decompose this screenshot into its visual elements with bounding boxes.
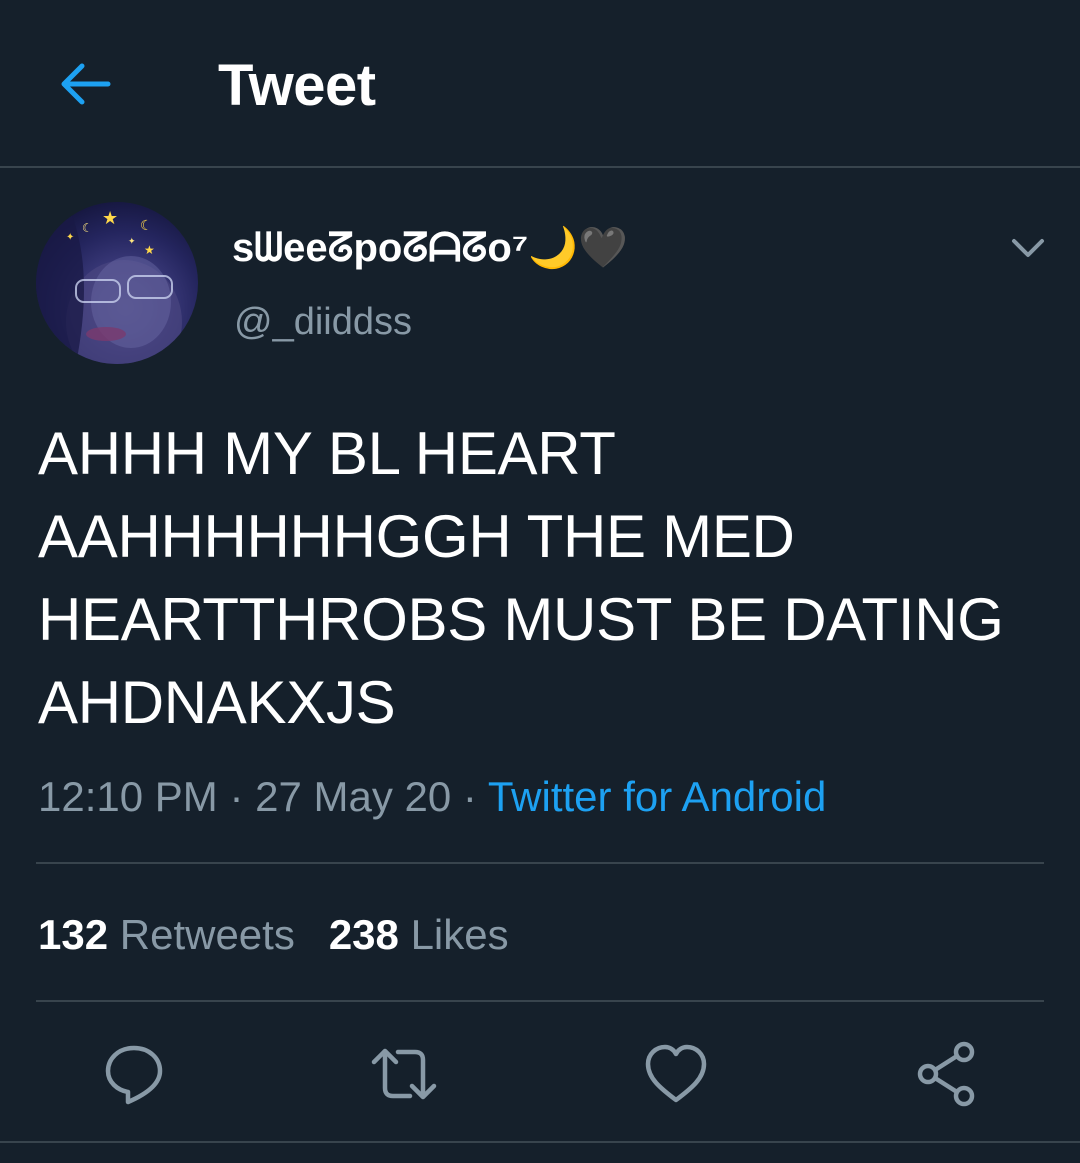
like-button[interactable] (640, 1038, 712, 1110)
likes-label: Likes (410, 911, 509, 958)
reply-icon (105, 1045, 163, 1105)
retweets-count: 132 (38, 911, 109, 958)
meta-separator: · (229, 773, 244, 820)
divider (36, 862, 1044, 864)
svg-text:★: ★ (102, 208, 118, 229)
arrow-left-icon (61, 63, 111, 105)
tweet-date: 27 May 20 (255, 773, 452, 820)
likes-stat[interactable]: 238 Likes (329, 908, 509, 962)
retweets-stat[interactable]: 132 Retweets (38, 908, 295, 962)
page-title: Tweet (218, 53, 376, 118)
display-name[interactable]: sᗯeeᘔpoᘔᗩᘔo⁷🌙🖤 (232, 222, 628, 274)
avatar[interactable]: ★ ☾ ★ ✦ ✦ ☾ (36, 202, 198, 364)
svg-text:☾: ☾ (140, 218, 153, 234)
svg-text:★: ★ (144, 243, 155, 257)
more-options-button[interactable] (1004, 224, 1052, 272)
tweet-text-line: AHHH MY BL HEART (38, 420, 616, 487)
source-link[interactable]: Twitter for Android (488, 773, 826, 820)
tweet-metadata: 12:10 PM · 27 May 20 · Twitter for Andro… (38, 770, 826, 824)
engagement-stats: 132 Retweets 238 Likes (38, 908, 509, 962)
heart-icon (645, 1044, 707, 1103)
top-app-bar: Tweet (0, 0, 1080, 168)
chevron-down-icon (1012, 239, 1044, 257)
user-handle[interactable]: @_diiddss (234, 298, 412, 346)
share-icon (917, 1041, 975, 1107)
svg-text:☾: ☾ (82, 221, 93, 235)
divider (0, 1141, 1080, 1143)
tweet-body: AHHH MY BL HEART AAHHHHHHGGH THE MED HEA… (38, 412, 1048, 744)
share-button[interactable] (910, 1038, 982, 1110)
divider (36, 1000, 1044, 1002)
meta-separator: · (462, 773, 477, 820)
tweet-text-line: HEARTTHROBS MUST BE DATING (38, 586, 1004, 653)
reply-button[interactable] (98, 1038, 170, 1110)
retweet-icon (371, 1048, 437, 1100)
likes-count: 238 (328, 911, 399, 958)
avatar-image: ★ ☾ ★ ✦ ✦ ☾ (36, 202, 182, 364)
retweet-button[interactable] (368, 1038, 440, 1110)
tweet-text-line: AAHHHHHHGGH THE MED (38, 503, 795, 570)
tweet-text-line: AHDNAKXJS (38, 669, 396, 736)
svg-text:✦: ✦ (128, 237, 136, 247)
svg-text:✦: ✦ (66, 232, 74, 243)
back-button[interactable] (52, 50, 116, 114)
tweet-time: 12:10 PM (38, 773, 218, 820)
retweets-label: Retweets (119, 911, 295, 958)
